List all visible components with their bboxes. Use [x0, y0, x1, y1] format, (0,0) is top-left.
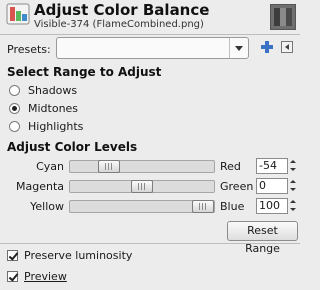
radio-button[interactable]: [9, 84, 20, 96]
reset-range-label: Reset Range: [245, 224, 280, 255]
dialog-title: Adjust Color Balance: [34, 1, 210, 19]
checkbox[interactable]: [7, 249, 18, 261]
menu-icon: [281, 41, 293, 53]
preserve-luminosity-label: Preserve luminosity: [24, 248, 133, 262]
spin-up-icon[interactable]: [289, 178, 298, 186]
header-divider: [0, 34, 300, 35]
blue-value-field[interactable]: 100: [256, 198, 288, 214]
add-preset-button[interactable]: [260, 40, 274, 54]
range-heading: Select Range to Adjust: [7, 65, 162, 79]
cyan-red-slider[interactable]: [69, 160, 215, 173]
spin-down-icon[interactable]: [289, 206, 298, 214]
blue-spin-buttons[interactable]: [289, 198, 298, 214]
green-label: Green: [220, 180, 254, 193]
spin-down-icon[interactable]: [289, 166, 298, 174]
radio-button[interactable]: [9, 120, 20, 132]
blue-label: Blue: [220, 200, 245, 213]
radio-label: Shadows: [28, 83, 78, 97]
radio-shadows[interactable]: Shadows: [9, 82, 77, 98]
yellow-blue-slider[interactable]: [69, 200, 215, 213]
spin-up-icon[interactable]: [289, 198, 298, 206]
red-label: Red: [220, 160, 241, 173]
preview-checkbox[interactable]: Preview: [7, 268, 67, 284]
magenta-green-slider[interactable]: [69, 180, 215, 193]
reset-range-button[interactable]: Reset Range: [227, 221, 298, 255]
options-divider: [0, 243, 300, 244]
spin-down-icon[interactable]: [289, 186, 298, 194]
slider-thumb[interactable]: [192, 200, 214, 213]
slider-thumb[interactable]: [98, 160, 120, 173]
radio-highlights[interactable]: Highlights: [9, 118, 83, 134]
chevron-down-icon[interactable]: [229, 38, 248, 58]
yellow-label: Yellow: [30, 200, 64, 213]
magenta-label: Magenta: [15, 180, 64, 193]
red-value-field[interactable]: -54: [256, 158, 288, 174]
presets-label: Presets:: [7, 43, 51, 56]
color-balance-icon: [6, 3, 30, 25]
spin-up-icon[interactable]: [289, 158, 298, 166]
image-thumbnail: [270, 4, 296, 30]
presets-combo[interactable]: [56, 37, 249, 59]
radio-midtones[interactable]: Midtones: [9, 100, 78, 116]
green-value-field[interactable]: 0: [256, 178, 288, 194]
radio-label: Highlights: [28, 119, 84, 133]
levels-heading: Adjust Color Levels: [7, 140, 138, 154]
red-spin-buttons[interactable]: [289, 158, 298, 174]
checkbox[interactable]: [7, 270, 18, 282]
radio-button[interactable]: [9, 102, 20, 114]
plus-icon: [261, 41, 273, 53]
dialog-subtitle: Visible-374 (FlameCombined.png): [34, 19, 204, 30]
preview-label: Preview: [24, 269, 67, 283]
green-spin-buttons[interactable]: [289, 178, 298, 194]
preserve-luminosity-checkbox[interactable]: Preserve luminosity: [7, 247, 132, 263]
slider-thumb[interactable]: [131, 180, 153, 193]
preset-menu-button[interactable]: [280, 40, 294, 54]
radio-label: Midtones: [28, 101, 79, 115]
cyan-label: Cyan: [36, 160, 64, 173]
